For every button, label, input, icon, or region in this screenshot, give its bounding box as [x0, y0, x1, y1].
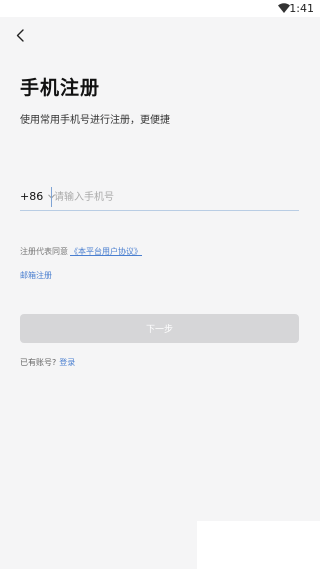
- registration-screen: 1:41 手机注册 使用常用手机号进行注册，更便捷 +86 注册代表同意 《本平…: [0, 0, 320, 569]
- country-code-selector[interactable]: +86: [20, 190, 56, 203]
- chevron-left-icon: [16, 28, 24, 42]
- back-button[interactable]: [12, 26, 28, 44]
- page-subtitle: 使用常用手机号进行注册，更便捷: [20, 115, 170, 126]
- wifi-icon: [278, 3, 290, 13]
- phone-input-row: +86: [20, 185, 299, 211]
- agreement-prefix: 注册代表同意: [20, 247, 68, 256]
- user-agreement-link[interactable]: 《本平台用户协议》: [70, 246, 142, 257]
- login-prompt: 已有账号?: [20, 358, 57, 367]
- page-title: 手机注册: [20, 77, 101, 99]
- email-register-link[interactable]: 邮箱注册: [20, 270, 52, 281]
- login-link[interactable]: 登录: [59, 357, 75, 368]
- next-step-button[interactable]: 下一步: [20, 314, 299, 343]
- login-row: 已有账号? 登录: [20, 357, 75, 368]
- status-time: 1:41: [289, 2, 314, 15]
- phone-number-input[interactable]: [51, 187, 294, 207]
- agreement-row: 注册代表同意 《本平台用户协议》: [20, 246, 142, 257]
- background-patch: [197, 521, 320, 569]
- country-code-label: +86: [20, 190, 44, 203]
- status-bar: 1:41: [0, 0, 320, 17]
